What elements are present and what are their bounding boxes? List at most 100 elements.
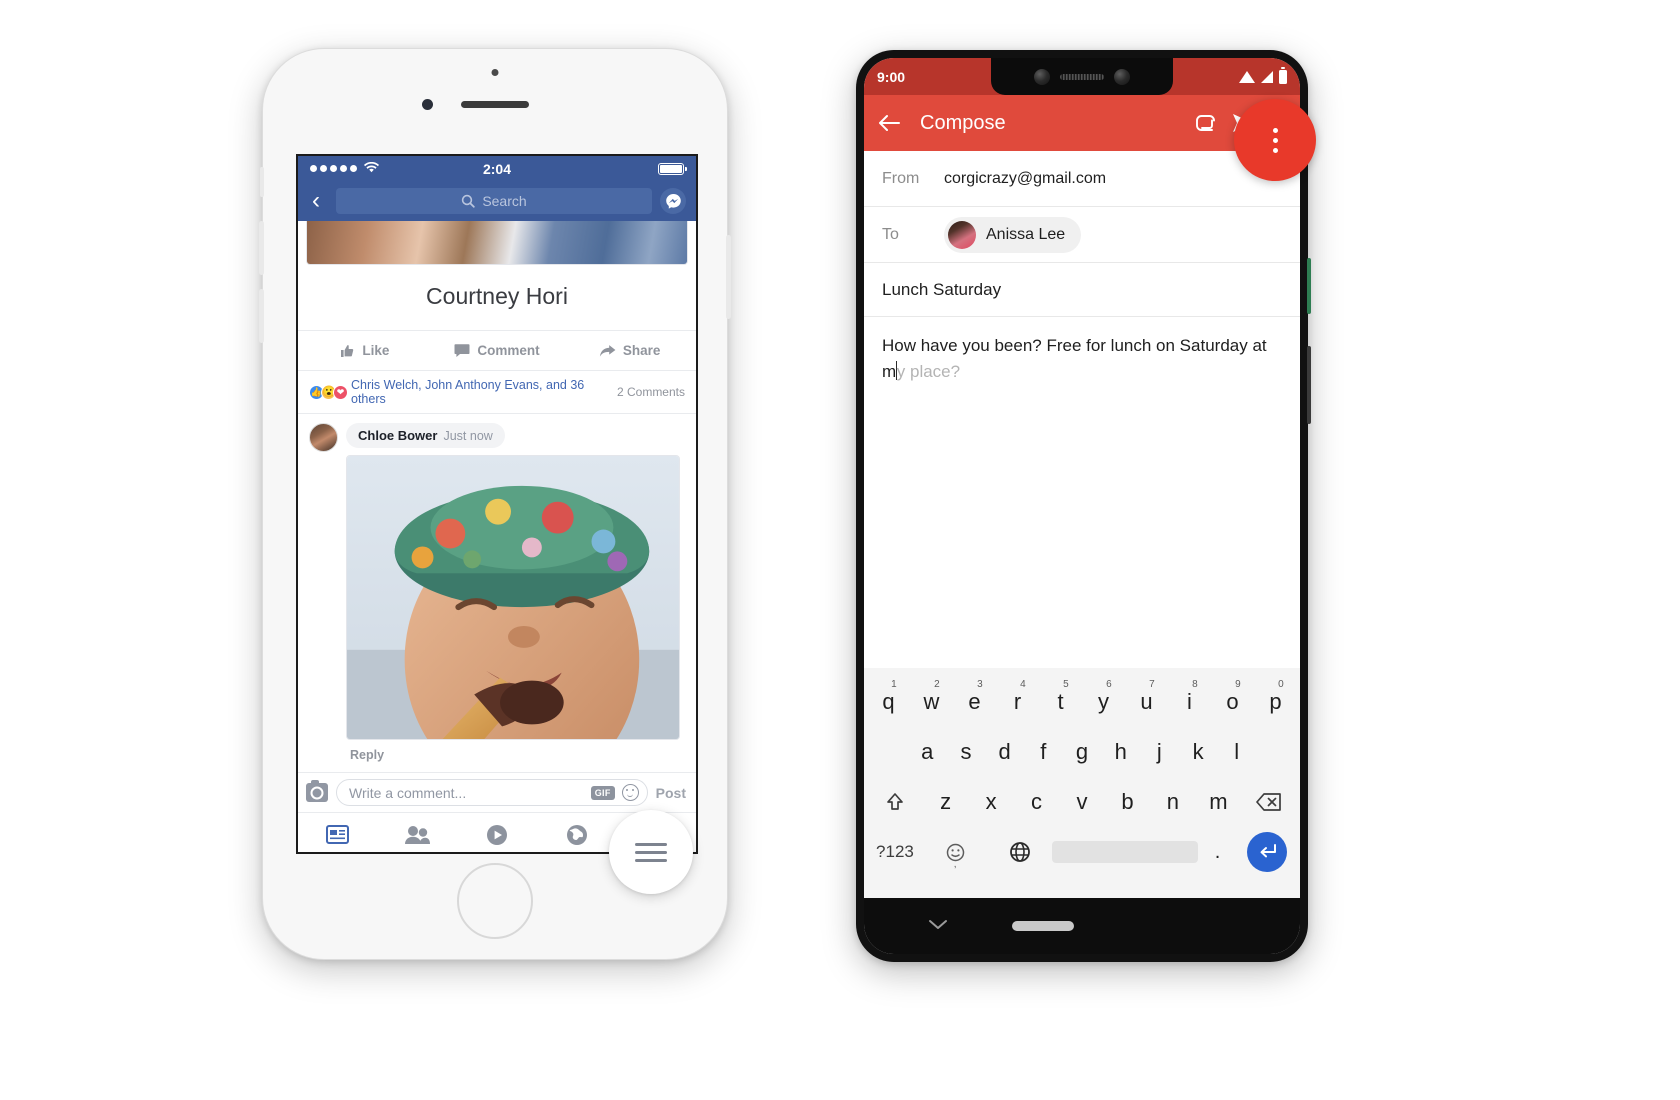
- pixel-device: 9:00 Compose From corgicrazy@gmail.com T…: [856, 50, 1311, 962]
- comment-composer: Write a comment... GIF Post: [298, 772, 696, 812]
- attachment-paperclip-icon[interactable]: [1194, 113, 1218, 133]
- reply-button[interactable]: Reply: [346, 740, 685, 762]
- comment-bubble-icon: [454, 344, 470, 357]
- spacebar-key[interactable]: [1051, 841, 1199, 863]
- chevron-left-icon[interactable]: ‹: [304, 189, 328, 213]
- emoji-icon[interactable]: ,: [923, 827, 988, 877]
- key-u-label: u: [1140, 689, 1153, 714]
- body-field[interactable]: How have you been? Free for lunch on Sat…: [864, 317, 1300, 384]
- key-j[interactable]: j: [1140, 727, 1179, 777]
- key-u[interactable]: 7u: [1125, 677, 1168, 727]
- front-camera-secondary-icon: [1114, 68, 1130, 85]
- enter-return-key[interactable]: [1237, 832, 1297, 872]
- key-t[interactable]: 5t: [1039, 677, 1082, 727]
- key-f[interactable]: f: [1024, 727, 1063, 777]
- home-button[interactable]: [457, 863, 533, 939]
- power-button[interactable]: [1307, 258, 1311, 314]
- facebook-menu-fab[interactable]: [609, 810, 693, 894]
- tab-video[interactable]: [457, 824, 537, 846]
- shift-arrow-icon[interactable]: [867, 777, 923, 827]
- messenger-icon[interactable]: [660, 188, 686, 214]
- key-m[interactable]: m: [1196, 777, 1241, 827]
- arrow-back-icon[interactable]: [878, 114, 900, 132]
- share-arrow-icon: [599, 344, 616, 357]
- tab-globe[interactable]: [537, 824, 617, 846]
- language-globe-icon[interactable]: [987, 827, 1052, 877]
- key-y-number: 6: [1106, 679, 1112, 690]
- key-h[interactable]: h: [1101, 727, 1140, 777]
- smiley-icon[interactable]: [621, 784, 639, 801]
- key-e-label: e: [968, 689, 981, 714]
- key-s[interactable]: s: [947, 727, 986, 777]
- key-l[interactable]: l: [1217, 727, 1256, 777]
- tab-friends[interactable]: [378, 825, 458, 845]
- avatar: [948, 220, 976, 249]
- key-q-number: 1: [891, 679, 897, 690]
- keyboard-row-3: z x c v b n m: [867, 777, 1297, 827]
- like-button[interactable]: Like: [298, 343, 431, 359]
- symbols-key[interactable]: ?123: [867, 827, 923, 877]
- comment-gif-attachment[interactable]: [346, 455, 680, 740]
- search-input[interactable]: Search: [336, 188, 652, 214]
- reaction-icons: 👍 😮 ❤: [309, 384, 348, 400]
- gif-button[interactable]: GIF: [590, 785, 615, 800]
- power-button[interactable]: [726, 235, 731, 319]
- key-v[interactable]: v: [1059, 777, 1104, 827]
- key-w[interactable]: 2w: [910, 677, 953, 727]
- overflow-touch-indicator[interactable]: [1234, 99, 1316, 181]
- key-p[interactable]: 0p: [1254, 677, 1297, 727]
- key-a[interactable]: a: [908, 727, 947, 777]
- comment-label: Comment: [477, 343, 540, 358]
- reaction-names[interactable]: Chris Welch, John Anthony Evans, and 36 …: [351, 378, 617, 406]
- comment-input[interactable]: Write a comment... GIF: [336, 779, 648, 806]
- from-field[interactable]: From corgicrazy@gmail.com: [864, 151, 1300, 207]
- backspace-icon[interactable]: [1241, 777, 1297, 827]
- search-placeholder: Search: [482, 193, 527, 209]
- key-b[interactable]: b: [1105, 777, 1150, 827]
- volume-button[interactable]: [1307, 346, 1311, 424]
- earpiece-speaker: [461, 101, 529, 108]
- keyboard-row-2: a s d f g h j k l: [867, 727, 1297, 777]
- key-g[interactable]: g: [1063, 727, 1102, 777]
- chevron-down-icon[interactable]: [864, 916, 1012, 936]
- key-c[interactable]: c: [1014, 777, 1059, 827]
- comment-header: Chloe Bower Just now: [346, 423, 505, 448]
- like-label: Like: [362, 343, 390, 358]
- key-i-label: i: [1187, 689, 1192, 714]
- share-button[interactable]: Share: [563, 343, 696, 358]
- key-q-label: q: [882, 689, 895, 714]
- to-label: To: [882, 225, 899, 243]
- camera-icon[interactable]: [306, 780, 328, 802]
- post-comment-button[interactable]: Post: [656, 785, 688, 801]
- key-i[interactable]: 8i: [1168, 677, 1211, 727]
- post-photo[interactable]: [306, 221, 688, 265]
- key-d[interactable]: d: [985, 727, 1024, 777]
- key-p-number: 0: [1278, 679, 1284, 690]
- recipient-chip[interactable]: Anissa Lee: [944, 216, 1082, 253]
- period-key[interactable]: .: [1198, 827, 1237, 877]
- key-x[interactable]: x: [968, 777, 1013, 827]
- tab-news-feed[interactable]: [298, 824, 378, 845]
- comment-count[interactable]: 2 Comments: [617, 385, 685, 399]
- key-o[interactable]: 9o: [1211, 677, 1254, 727]
- silent-switch[interactable]: [260, 167, 264, 197]
- key-k[interactable]: k: [1179, 727, 1218, 777]
- volume-down-button[interactable]: [259, 289, 264, 343]
- avatar[interactable]: [309, 423, 338, 452]
- key-r[interactable]: 4r: [996, 677, 1039, 727]
- home-pill-icon[interactable]: [1012, 921, 1075, 931]
- subject-field[interactable]: Lunch Saturday: [864, 263, 1300, 317]
- to-field[interactable]: To Anissa Lee: [864, 207, 1300, 263]
- reactions-row[interactable]: 👍 😮 ❤ Chris Welch, John Anthony Evans, a…: [298, 371, 696, 414]
- key-n[interactable]: n: [1150, 777, 1195, 827]
- volume-up-button[interactable]: [259, 221, 264, 275]
- key-r-label: r: [1013, 689, 1022, 714]
- key-e[interactable]: 3e: [953, 677, 996, 727]
- comment-button[interactable]: Comment: [431, 343, 564, 358]
- page-title: Compose: [920, 111, 1006, 134]
- globe-notifications-icon: [566, 824, 587, 845]
- key-z[interactable]: z: [923, 777, 968, 827]
- key-y[interactable]: 6y: [1082, 677, 1125, 727]
- comment-author[interactable]: Chloe Bower: [358, 428, 437, 443]
- key-q[interactable]: 1q: [867, 677, 910, 727]
